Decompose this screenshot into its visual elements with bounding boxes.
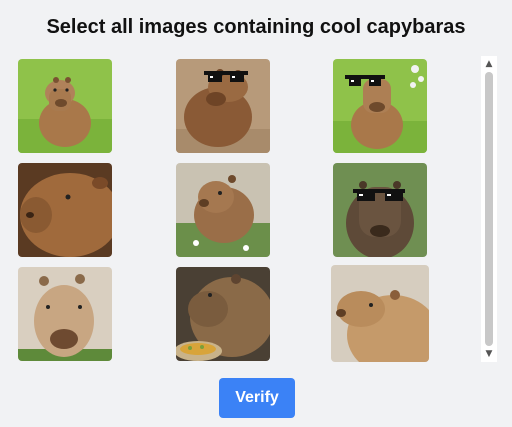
page-title: Select all images containing cool capyba…	[46, 16, 466, 38]
grid-scrollbar[interactable]: ▲ ▼	[481, 56, 497, 362]
image-tile-2[interactable]	[176, 59, 270, 153]
image-tile-7[interactable]	[18, 267, 112, 361]
image-tile-4[interactable]	[18, 163, 112, 257]
capybara-image	[333, 163, 427, 257]
capybara-image	[333, 59, 427, 153]
capybara-image	[18, 163, 112, 257]
scroll-up-icon[interactable]: ▲	[481, 58, 497, 70]
capybara-image	[18, 59, 112, 153]
capybara-image	[18, 267, 112, 361]
verify-button[interactable]: Verify	[219, 378, 295, 418]
capybara-image	[176, 163, 270, 257]
scroll-thumb[interactable]	[485, 72, 493, 346]
image-tile-3[interactable]	[333, 59, 427, 153]
image-tile-8[interactable]	[176, 267, 270, 361]
image-grid	[0, 56, 480, 362]
image-tile-1[interactable]	[18, 59, 112, 153]
scroll-down-icon[interactable]: ▼	[481, 348, 497, 360]
capybara-image	[176, 267, 270, 361]
image-tile-5[interactable]	[176, 163, 270, 257]
capybara-image	[176, 59, 270, 153]
capybara-image	[331, 265, 429, 362]
image-tile-6[interactable]	[333, 163, 427, 257]
image-tile-9[interactable]	[331, 265, 429, 362]
